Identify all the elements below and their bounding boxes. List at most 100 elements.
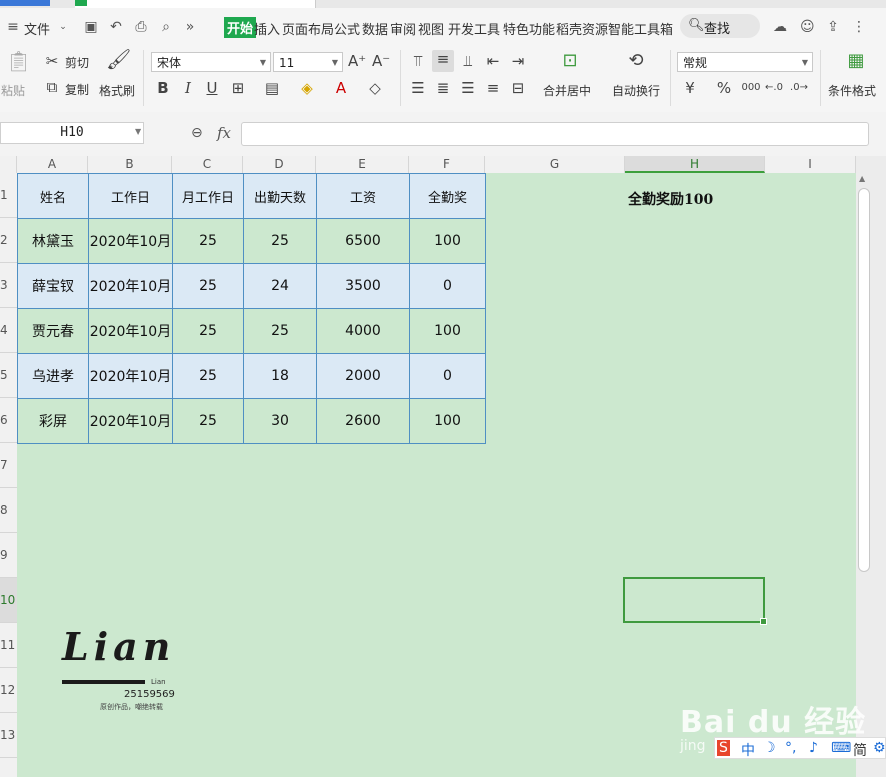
formula-input[interactable] [241,122,869,146]
table-cell[interactable]: 2020年10月 [88,398,173,444]
merge-center-icon[interactable]: ⊡ [558,52,582,70]
increase-font-icon[interactable]: A⁺ [348,52,366,70]
table-cell[interactable]: 乌进孝 [17,353,89,399]
wrap-text-icon[interactable]: ⟲ [624,52,648,70]
table-cell[interactable]: 彩屏 [17,398,89,444]
table-cell[interactable]: 4000 [316,308,410,354]
format-painter-icon[interactable]: 🖌︎ [106,49,131,69]
ime-settings-icon[interactable]: ⚙ [873,740,886,756]
copy-label[interactable]: 复制 [65,81,89,98]
search-box[interactable]: 🔍︎ 查找 [680,14,760,38]
table-cell[interactable]: 100 [409,308,486,354]
indent-icon[interactable]: ⇥ [509,52,527,70]
table-cell[interactable]: 25 [172,218,244,264]
conditional-format-icon[interactable]: ▦ [845,52,867,70]
table-cell[interactable]: 2000 [316,353,410,399]
table-cell[interactable]: 100 [409,218,486,264]
row-header-active[interactable]: 10 [0,578,17,623]
table-cell[interactable]: 2020年10月 [88,353,173,399]
table-header-cell[interactable]: 全勤奖 [409,173,486,219]
ime-toolbar[interactable]: S 中 ☽ °, ♪ ⌨ 简 ⚙ [714,737,886,759]
row-header[interactable]: 3 [0,263,17,308]
row-header[interactable]: 7 [0,443,17,488]
undo-share-icon[interactable]: ↶ [109,20,123,34]
decrease-decimal-icon[interactable]: .0→ [790,79,808,97]
table-cell[interactable]: 2020年10月 [88,218,173,264]
align-center-icon[interactable]: ≣ [434,79,452,97]
select-all-corner[interactable] [0,156,17,173]
merge-center-label[interactable]: 合并居中 [543,82,591,99]
cell-style-icon[interactable]: ▤ [263,79,281,97]
tab-view[interactable]: 视图 [418,19,444,38]
print-icon[interactable]: ⎙ [134,20,148,34]
font-name-select[interactable]: 宋体 ▼ [151,52,271,72]
table-cell[interactable]: 2020年10月 [88,308,173,354]
chevron-down-icon[interactable]: ▼ [135,127,141,136]
table-header-cell[interactable]: 姓名 [17,173,89,219]
scrollbar-thumb[interactable] [858,188,870,572]
column-header[interactable]: G [485,156,625,173]
percent-button[interactable]: % [716,79,732,97]
row-header[interactable]: 13 [0,713,17,758]
tab-home[interactable]: 开始 [224,17,257,38]
print-preview-icon[interactable]: ⌕ [159,20,173,34]
table-cell[interactable]: 25 [172,263,244,309]
table-cell[interactable]: 林黛玉 [17,218,89,264]
italic-button[interactable]: I [180,79,196,97]
row-header[interactable]: 11 [0,623,17,668]
window-tab[interactable] [0,0,50,6]
number-format-select[interactable]: 常规 ▼ [677,52,813,72]
ime-keyboard-icon[interactable]: ⌨ [831,740,851,756]
align-middle-icon[interactable]: ≡ [432,50,454,72]
column-header[interactable]: B [88,156,172,173]
table-cell[interactable]: 薛宝钗 [17,263,89,309]
row-header[interactable]: 12 [0,668,17,713]
cut-label[interactable]: 剪切 [65,54,89,71]
chevron-down-icon[interactable]: ⌄ [56,20,70,34]
tab-features[interactable]: 特色功能 [503,19,555,38]
conditional-format-label[interactable]: 条件格式 [828,82,876,99]
table-header-cell[interactable]: 月工作日 [172,173,244,219]
cloud-icon[interactable]: ☁ [773,20,787,34]
border-icon[interactable]: ⊞ [229,79,247,97]
align-top-icon[interactable]: ⫪ [409,52,427,70]
table-cell[interactable]: 6500 [316,218,410,264]
table-cell[interactable]: 贾元春 [17,308,89,354]
row-header[interactable]: 6 [0,398,17,443]
fx-icon[interactable]: fx [217,124,231,142]
user-icon[interactable]: ☺ [800,20,815,34]
ime-punct-icon[interactable]: °, [785,740,796,756]
decrease-font-icon[interactable]: A⁻ [372,52,390,70]
tab-review[interactable]: 审阅 [390,19,416,38]
table-cell[interactable]: 2600 [316,398,410,444]
scroll-up-icon[interactable]: ▲ [859,174,865,183]
ime-chinese-mode[interactable]: 中 [741,740,755,760]
thousands-button[interactable]: 000 [740,79,762,97]
table-cell[interactable]: 3500 [316,263,410,309]
row-header[interactable]: 4 [0,308,17,353]
fill-handle[interactable] [760,618,767,625]
tab-developer[interactable]: 开发工具 [448,19,500,38]
clear-icon[interactable]: ◇ [366,79,384,97]
ime-moon-icon[interactable]: ☽ [763,740,776,756]
document-tab[interactable] [75,0,316,8]
row-header[interactable]: 5 [0,353,17,398]
more-icon[interactable]: » [183,20,197,34]
underline-button[interactable]: U [204,79,220,97]
column-header-active[interactable]: H [625,156,765,173]
justify-icon[interactable]: ≡ [484,79,502,97]
align-bottom-icon[interactable]: ⫫ [459,52,477,70]
column-header[interactable]: A [17,156,88,173]
font-color-icon[interactable]: A [333,79,349,97]
paste-label[interactable]: 粘贴 [1,82,25,99]
column-header[interactable]: D [243,156,316,173]
bonus-note-cell[interactable]: 全勤奖励100 [628,189,713,209]
tab-toolbox[interactable]: 智能工具箱 [608,19,673,38]
font-size-select[interactable]: 11 ▼ [273,52,343,72]
table-cell[interactable]: 25 [172,353,244,399]
wrap-text-label[interactable]: 自动换行 [612,82,660,99]
name-box[interactable]: H10 [0,122,144,144]
file-menu[interactable]: 文件 [24,19,50,38]
row-header[interactable]: 8 [0,488,17,533]
active-cell-selection[interactable] [623,577,767,625]
